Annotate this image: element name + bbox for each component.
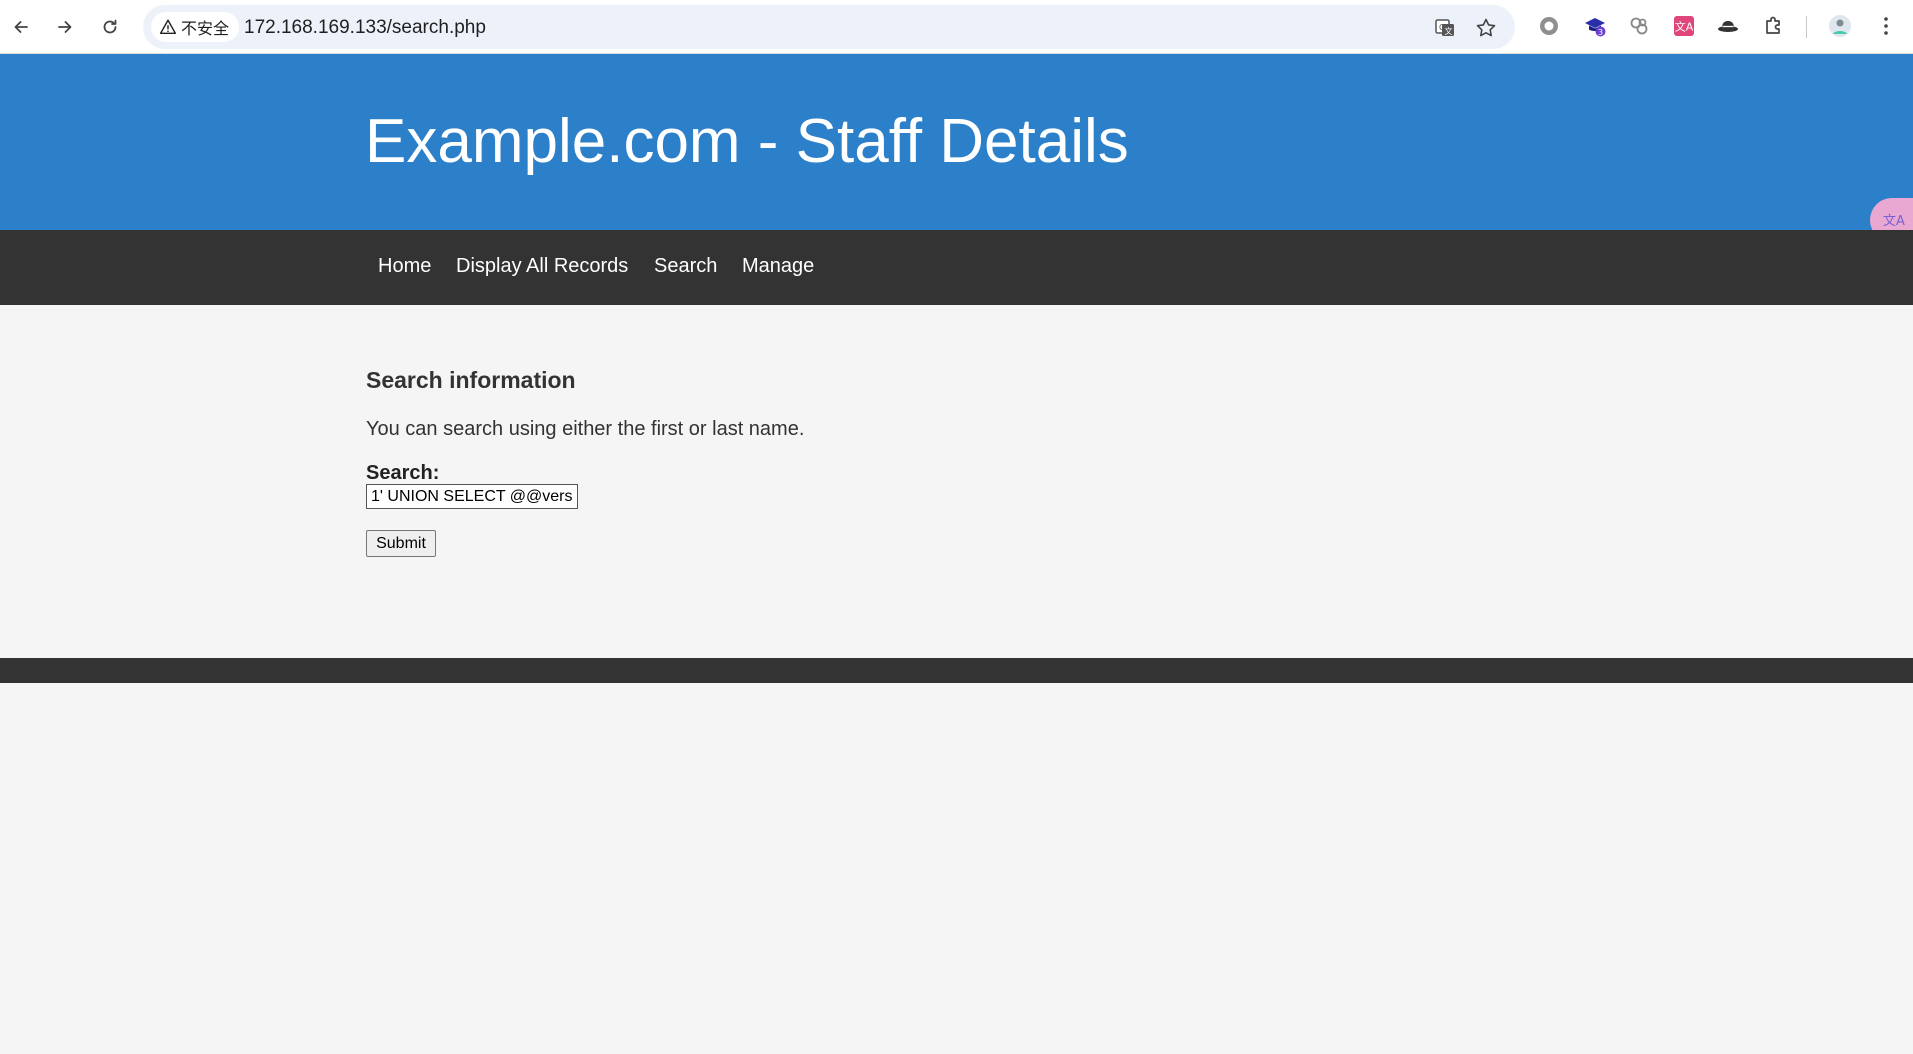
profile-avatar-button[interactable] — [1826, 12, 1854, 40]
back-arrow-icon — [14, 21, 28, 33]
chain-link-icon — [1630, 17, 1648, 35]
nav-home[interactable]: Home — [378, 255, 431, 278]
translate-float-icon: 文A — [1883, 214, 1905, 229]
puzzle-piece-icon — [1766, 16, 1780, 34]
intro-text: You can search using either the first or… — [366, 418, 805, 440]
address-bar[interactable]: 不安全 172.168.169.133/search.php G文 — [143, 5, 1515, 49]
badge-count: 3 — [1598, 28, 1603, 37]
graduation-cap-icon: 3 — [1585, 18, 1606, 37]
extension-badge[interactable]: 3 — [1581, 12, 1609, 40]
avatar-icon — [1829, 15, 1851, 37]
hat-icon — [1718, 21, 1738, 32]
star-icon — [1476, 18, 1496, 37]
svg-text:文A: 文A — [1675, 20, 1694, 34]
browser-menu-button[interactable] — [1872, 12, 1900, 40]
site-footer — [0, 658, 1913, 683]
extension-link[interactable] — [1625, 12, 1653, 40]
site-title: Example.com - Staff Details — [365, 107, 1129, 176]
main-nav: Home Display All Records Search Manage — [0, 230, 1913, 305]
extension-hat[interactable] — [1714, 12, 1742, 40]
extension-record[interactable] — [1535, 12, 1563, 40]
forward-arrow-icon — [58, 21, 72, 33]
nav-manage[interactable]: Manage — [742, 255, 814, 278]
search-label: Search: — [366, 462, 440, 484]
translate-page-button[interactable]: G文 — [1432, 15, 1458, 41]
nav-search[interactable]: Search — [654, 255, 717, 278]
warning-triangle-icon — [159, 19, 177, 35]
security-chip[interactable]: 不安全 — [151, 12, 240, 42]
reload-button[interactable] — [95, 12, 125, 42]
browser-toolbar: 不安全 172.168.169.133/search.php G文 3 文A — [0, 0, 1913, 54]
reload-icon — [103, 19, 117, 34]
submit-button[interactable]: Submit — [366, 530, 436, 557]
url-text[interactable]: 172.168.169.133/search.php — [244, 17, 486, 39]
nav-display-all-records[interactable]: Display All Records — [456, 255, 628, 278]
back-button[interactable] — [6, 12, 36, 42]
site-header: Example.com - Staff Details — [0, 54, 1913, 230]
toolbar-divider — [1806, 16, 1807, 38]
extension-translate[interactable]: 文A — [1670, 12, 1698, 40]
section-heading: Search information — [366, 367, 576, 393]
translate-app-icon: 文A — [1674, 16, 1694, 36]
security-label: 不安全 — [181, 21, 230, 38]
search-input[interactable] — [366, 484, 578, 509]
circle-record-icon — [1540, 17, 1558, 35]
svg-text:文A: 文A — [1883, 214, 1905, 229]
bookmark-star-button[interactable] — [1473, 15, 1499, 41]
google-translate-icon: G文 — [1435, 19, 1454, 36]
svg-text:文: 文 — [1445, 26, 1453, 36]
forward-button[interactable] — [50, 12, 80, 42]
kebab-menu-icon — [1884, 17, 1888, 35]
extensions-menu-button[interactable] — [1760, 12, 1788, 40]
